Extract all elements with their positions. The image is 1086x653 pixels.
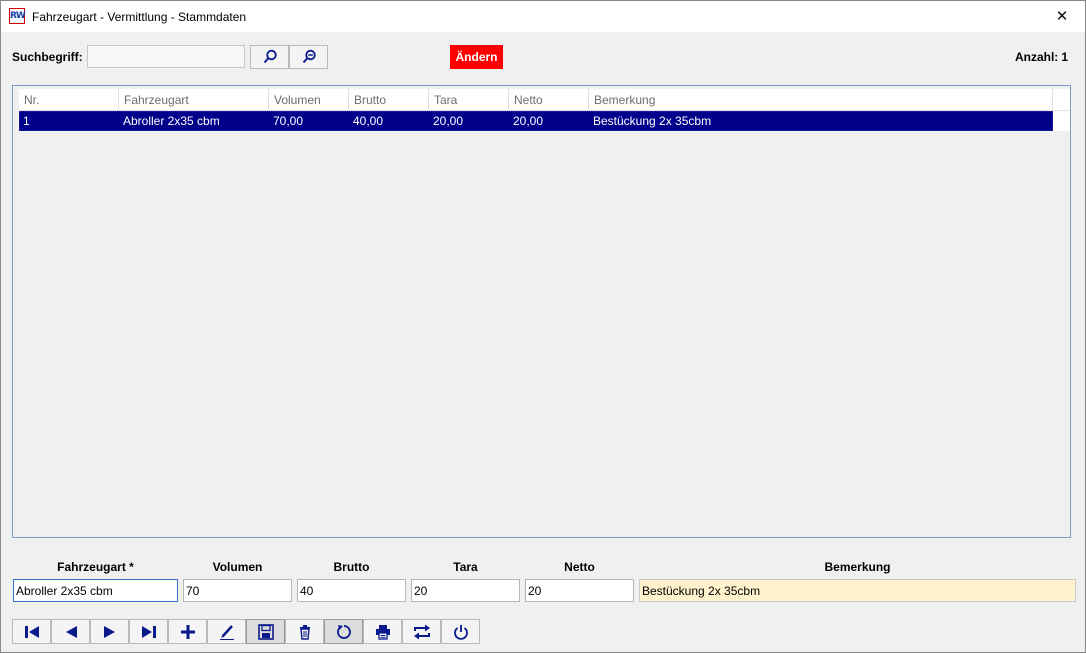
grid-header: Nr. Fahrzeugart Volumen Brutto Tara Nett… xyxy=(19,89,1070,111)
column-header-bemerkung[interactable]: Bemerkung xyxy=(589,89,1053,111)
delete-record-button[interactable] xyxy=(285,619,324,644)
first-record-button[interactable] xyxy=(12,619,51,644)
print-button[interactable] xyxy=(363,619,402,644)
column-header-nr[interactable]: Nr. xyxy=(19,89,119,111)
change-button[interactable]: Ändern xyxy=(450,45,503,69)
cell-volumen: 70,00 xyxy=(273,114,304,128)
column-header-tara[interactable]: Tara xyxy=(429,89,509,111)
volumen-label: Volumen xyxy=(212,560,263,574)
tara-field[interactable] xyxy=(411,579,520,602)
exit-button[interactable] xyxy=(441,619,480,644)
edit-record-button[interactable] xyxy=(207,619,246,644)
bemerkung-field[interactable] xyxy=(639,579,1076,602)
title-bar: RW Fahrzeugart - Vermittlung - Stammdate… xyxy=(1,1,1085,32)
cell-netto: 20,00 xyxy=(513,114,544,128)
table-row[interactable]: 1 Abroller 2x35 cbm 70,00 40,00 20,00 20… xyxy=(19,111,1070,131)
cell-nr: 1 xyxy=(23,114,30,128)
fahrzeugart-label: Fahrzeugart * xyxy=(57,560,134,574)
count-label: Anzahl: xyxy=(1014,50,1059,64)
netto-field[interactable] xyxy=(525,579,634,602)
volumen-field[interactable] xyxy=(183,579,292,602)
navigation-toolbar xyxy=(1,610,1085,652)
bemerkung-label: Bemerkung xyxy=(824,560,891,574)
add-icon xyxy=(180,624,195,639)
netto-label: Netto xyxy=(564,560,595,574)
app-window: RW Fahrzeugart - Vermittlung - Stammdate… xyxy=(0,0,1086,653)
record-count: Anzahl: 1 xyxy=(1015,50,1068,64)
search-button[interactable] xyxy=(250,45,289,69)
delete-icon xyxy=(299,624,310,640)
last-record-button[interactable] xyxy=(129,619,168,644)
search-input[interactable] xyxy=(87,45,245,68)
column-header-volumen[interactable]: Volumen xyxy=(269,89,349,111)
edit-icon xyxy=(219,624,234,640)
next-record-icon xyxy=(103,625,115,638)
selected-row-highlight: 1 Abroller 2x35 cbm 70,00 40,00 20,00 20… xyxy=(19,111,1053,131)
window-title: Fahrzeugart - Vermittlung - Stammdaten xyxy=(32,10,247,24)
app-logo-icon: RW xyxy=(9,8,26,24)
cell-tara: 20,00 xyxy=(433,114,464,128)
swap-button[interactable] xyxy=(402,619,441,644)
count-value: 1 xyxy=(1061,50,1068,64)
cell-brutto: 40,00 xyxy=(353,114,384,128)
cell-fahrzeugart: Abroller 2x35 cbm xyxy=(123,114,220,128)
cell-bemerkung: Bestückung 2x 35cbm xyxy=(593,114,712,128)
column-header-netto[interactable]: Netto xyxy=(509,89,589,111)
search-icon xyxy=(263,49,277,64)
refresh-button[interactable] xyxy=(324,619,363,644)
print-icon xyxy=(375,624,390,640)
swap-icon xyxy=(413,624,430,639)
first-record-icon xyxy=(24,625,39,638)
previous-record-button[interactable] xyxy=(51,619,90,644)
brutto-field[interactable] xyxy=(297,579,406,602)
add-record-button[interactable] xyxy=(168,619,207,644)
power-icon xyxy=(453,624,468,640)
clear-search-button[interactable] xyxy=(289,45,328,69)
close-button[interactable]: ✕ xyxy=(1039,1,1085,32)
refresh-icon xyxy=(336,624,351,639)
data-grid[interactable]: Nr. Fahrzeugart Volumen Brutto Tara Nett… xyxy=(12,85,1071,538)
save-record-button[interactable] xyxy=(246,619,285,644)
tara-label: Tara xyxy=(453,560,478,574)
column-header-brutto[interactable]: Brutto xyxy=(349,89,429,111)
brutto-label: Brutto xyxy=(333,560,370,574)
search-toolbar: Suchbegriff: Ändern Anzahl: 1 xyxy=(1,32,1085,76)
previous-record-icon xyxy=(65,625,77,638)
form-labels: Fahrzeugart * Volumen Brutto Tara Netto … xyxy=(1,560,1085,576)
column-header-fahrzeugart[interactable]: Fahrzeugart xyxy=(119,89,269,111)
last-record-icon xyxy=(141,625,156,638)
save-icon xyxy=(257,623,274,640)
search-label: Suchbegriff: xyxy=(12,50,83,64)
fahrzeugart-field[interactable] xyxy=(13,579,178,602)
search-minus-icon xyxy=(302,49,316,64)
next-record-button[interactable] xyxy=(90,619,129,644)
